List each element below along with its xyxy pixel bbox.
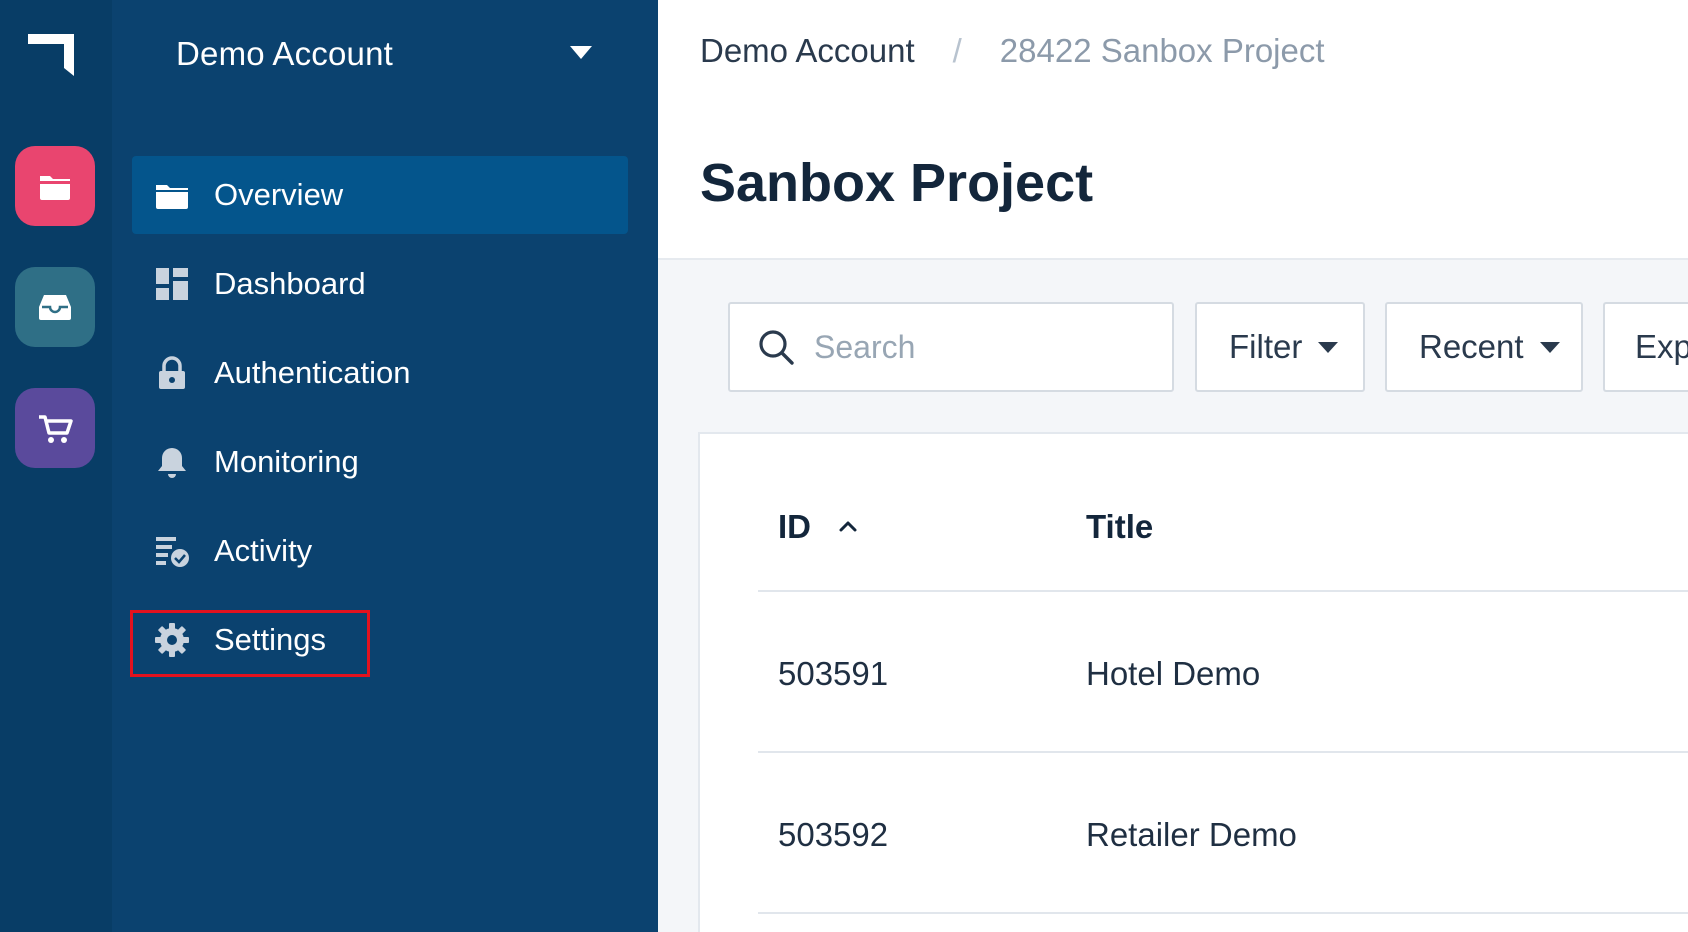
table-cell-title[interactable]: Hotel Demo [1086,655,1260,693]
row-divider [758,912,1688,914]
column-header-title[interactable]: Title [1086,508,1153,546]
sort-ascending-icon[interactable] [837,516,859,538]
sidebar-item-dashboard[interactable]: Dashboard [132,245,628,323]
recent-dropdown[interactable]: Recent [1385,302,1583,392]
search-box[interactable] [728,302,1174,392]
search-input[interactable] [814,328,1154,366]
activity-icon [152,531,192,571]
search-icon [759,330,794,365]
sidebar-item-label: Monitoring [214,444,359,479]
sidebar-item-authentication[interactable]: Authentication [132,334,628,412]
app-rail [0,0,112,932]
app-switch-inbox[interactable] [15,267,95,347]
inbox-icon [39,295,71,320]
sidebar-item-label: Dashboard [214,266,366,301]
table-cell-id: 503591 [778,655,889,692]
sidebar-item-label: Activity [214,533,313,568]
breadcrumb-current: 28422 Sanbox Project [999,32,1325,69]
page-header: Demo Account / 28422 Sanbox Project Sanb… [658,0,1688,260]
breadcrumb-separator: / [952,32,962,69]
column-header-id[interactable]: ID [778,508,859,546]
sidebar: Demo Account Overview Dashboard Authenti… [112,0,658,932]
account-switcher[interactable]: Demo Account [112,22,658,86]
lock-icon [152,353,192,393]
sidebar-item-label: Authentication [214,355,411,390]
account-name: Demo Account [176,35,394,72]
page-title: Sanbox Project [700,153,1094,213]
app-switch-projects[interactable] [15,146,95,226]
gear-icon [152,620,192,660]
caret-down-icon [1318,341,1339,353]
export-button[interactable]: Exp [1603,302,1688,392]
column-header-label: ID [778,508,811,545]
sidebar-item-label: Settings [214,622,327,657]
sidebar-item-activity[interactable]: Activity [132,512,628,590]
sidebar-item-settings[interactable]: Settings [132,601,628,679]
app-switch-cart[interactable] [15,388,95,468]
filter-dropdown[interactable]: Filter [1195,302,1365,392]
cart-icon [39,415,73,443]
dashboard-icon [152,264,192,304]
header-divider [758,590,1688,592]
sidebar-item-monitoring[interactable]: Monitoring [132,423,628,501]
filter-label: Filter [1229,328,1303,365]
sidebar-item-label: Overview [214,177,344,212]
table-cell-id: 503592 [778,816,889,853]
recent-label: Recent [1419,328,1524,365]
sidebar-item-overview[interactable]: Overview [132,156,628,234]
table-cell-title[interactable]: Retailer Demo [1086,816,1297,854]
column-header-label: Title [1086,508,1154,545]
breadcrumb-account-link[interactable]: Demo Account [700,32,915,70]
bell-icon [152,442,192,482]
breadcrumb: Demo Account / 28422 Sanbox Project [700,32,1325,70]
export-label: Exp [1635,328,1688,365]
caret-down-icon [1539,341,1560,353]
chevron-down-icon [570,46,592,59]
folder-icon [152,175,192,215]
folder-icon [40,176,70,200]
row-divider [758,751,1688,753]
brand-logo-icon[interactable] [24,26,80,78]
